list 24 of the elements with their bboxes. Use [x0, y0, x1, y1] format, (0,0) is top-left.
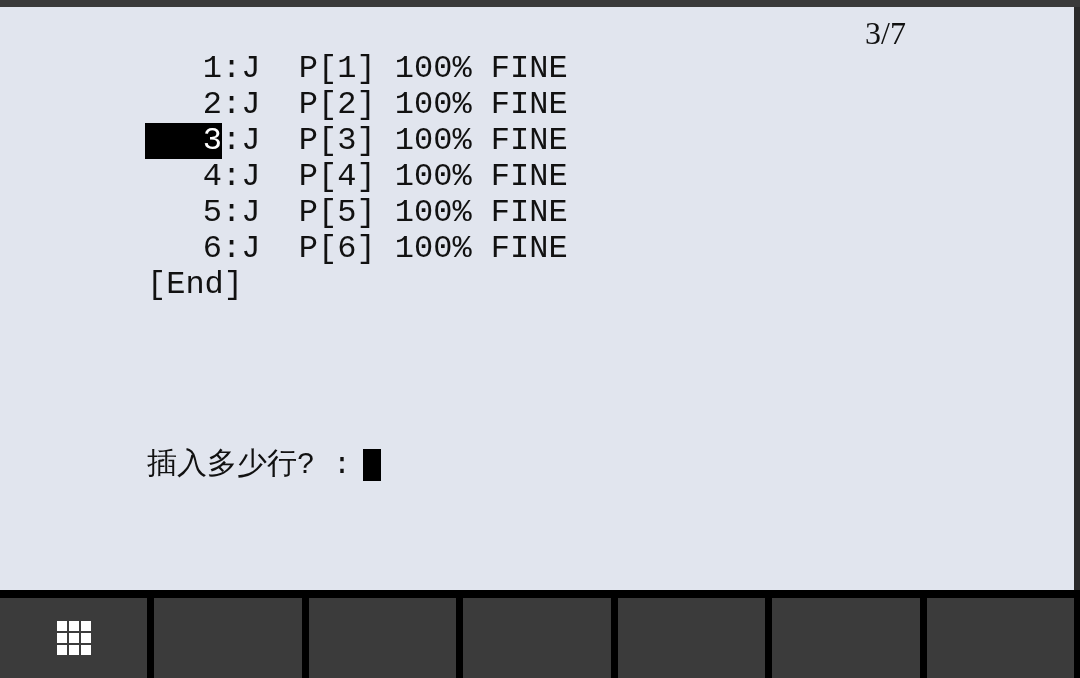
function-key[interactable]: [308, 598, 457, 678]
function-key[interactable]: [154, 598, 302, 678]
function-key[interactable]: [926, 598, 1074, 678]
page-indicator: 3/7: [865, 15, 906, 51]
function-key[interactable]: [617, 598, 766, 678]
function-key[interactable]: [772, 598, 920, 678]
program-line: :J P[6] 100% FINE: [222, 231, 568, 267]
line-number[interactable]: 6: [145, 231, 222, 267]
line-number[interactable]: 1: [145, 51, 222, 87]
line-number[interactable]: 4: [145, 159, 222, 195]
function-key[interactable]: [463, 598, 611, 678]
line-number[interactable]: 2: [145, 87, 222, 123]
input-field[interactable]: [363, 449, 381, 481]
program-line: :J P[5] 100% FINE: [222, 195, 568, 231]
menu-key[interactable]: [0, 598, 148, 678]
grid-menu-icon: [56, 621, 91, 655]
program-line: :J P[2] 100% FINE: [222, 87, 568, 123]
program-line: :J P[1] 100% FINE: [222, 51, 568, 87]
line-number[interactable]: 3: [145, 123, 222, 159]
prompt-text: 插入多少行? :: [147, 447, 351, 483]
end-marker: [End]: [146, 267, 243, 303]
program-line: :J P[4] 100% FINE: [222, 159, 568, 195]
program-line: :J P[3] 100% FINE: [222, 123, 568, 159]
line-number[interactable]: 5: [145, 195, 222, 231]
